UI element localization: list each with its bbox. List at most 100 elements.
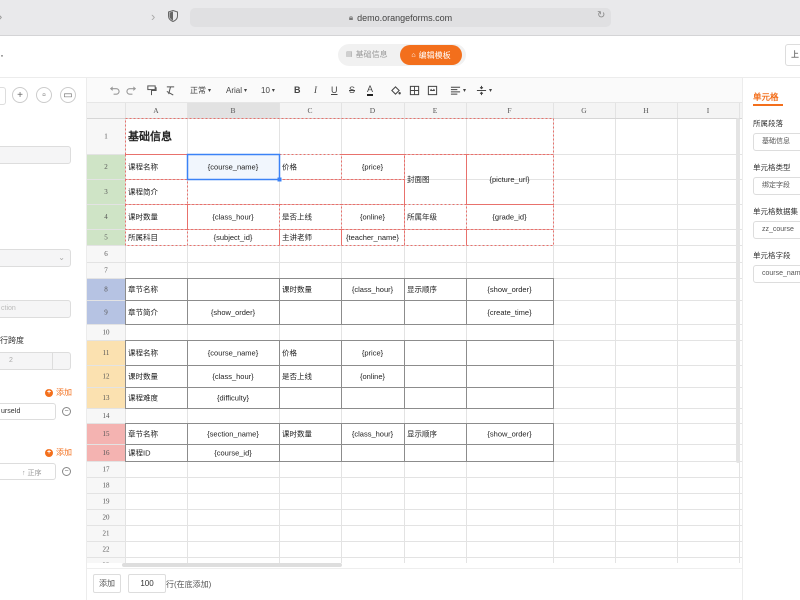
tab-basic-info[interactable]: ▤ 基础信息 <box>346 44 388 66</box>
shield-icon[interactable] <box>168 10 178 22</box>
cell-f2[interactable]: {picture_url} <box>489 175 530 184</box>
valign-icon[interactable]: ▾ <box>476 83 492 97</box>
row-number[interactable]: 9 <box>104 309 108 317</box>
cell-b15[interactable]: {section_name} <box>207 430 259 439</box>
undo-icon[interactable] <box>109 83 120 97</box>
cell-b5[interactable]: {subject_id} <box>214 233 253 242</box>
cell-c2[interactable]: 价格 <box>282 162 297 172</box>
column-header-a[interactable]: A <box>153 106 159 115</box>
format-painter-icon[interactable] <box>146 83 157 97</box>
row-number[interactable]: 16 <box>103 449 111 457</box>
cell-d5[interactable]: {teacher_name} <box>346 233 399 242</box>
font-size-select[interactable]: 10 ▾ <box>261 83 275 97</box>
column-header-e[interactable]: E <box>433 106 438 115</box>
row-number[interactable]: 19 <box>103 498 111 506</box>
address-bar[interactable]: 🔒︎ demo.orangeforms.com <box>190 8 611 27</box>
reload-icon[interactable]: ↻ <box>597 10 605 21</box>
row-number[interactable]: 23 <box>103 562 111 564</box>
vertical-scrollbar[interactable] <box>736 118 740 463</box>
cell-b12[interactable]: {class_hour} <box>212 372 254 381</box>
cell-b16[interactable]: {course_id} <box>214 449 252 458</box>
row-span-stepper[interactable]: 2 <box>0 352 71 370</box>
field-input[interactable]: urseId <box>0 403 56 420</box>
column-header-c[interactable]: C <box>307 106 312 115</box>
row-number[interactable]: 8 <box>104 286 108 294</box>
column-header-f[interactable]: F <box>507 106 511 115</box>
cell-c11[interactable]: 价格 <box>282 348 297 358</box>
cell-a2[interactable]: 课程名称 <box>128 162 158 172</box>
italic-button[interactable]: I <box>314 83 317 97</box>
horizontal-scrollbar[interactable] <box>122 563 342 567</box>
top-right-button[interactable]: 上 <box>785 44 800 66</box>
add-circle-icon[interactable]: + <box>12 87 28 103</box>
cell-d2[interactable]: {price} <box>362 163 384 172</box>
cell-a4[interactable]: 课时数量 <box>128 212 158 222</box>
left-field-1[interactable] <box>0 146 71 164</box>
cell-a11[interactable]: 课程名称 <box>128 348 158 358</box>
redo-icon[interactable] <box>126 83 137 97</box>
cell-d15[interactable]: {class_hour} <box>352 430 394 439</box>
row-number[interactable]: 11 <box>103 349 110 357</box>
border-icon[interactable] <box>409 83 420 97</box>
cell-c8[interactable]: 课时数量 <box>282 284 312 294</box>
cell-b9[interactable]: {show_order} <box>211 308 256 317</box>
row-number[interactable]: 14 <box>103 412 111 420</box>
row-number[interactable]: 15 <box>103 430 111 438</box>
underline-button[interactable]: U <box>331 83 338 97</box>
column-header-d[interactable]: D <box>370 106 376 115</box>
section-field[interactable]: 基础信息 <box>753 133 800 151</box>
spreadsheet-grid[interactable]: A B C D E F G H I 1 2 3 4 5 6 7 8 9 10 11 12 13 14 15 16 17 18 19 20… <box>87 103 742 563</box>
column-header-g[interactable]: G <box>581 106 587 115</box>
row-number[interactable]: 12 <box>103 373 111 381</box>
sort-select[interactable]: ↑ 正序 <box>0 463 56 480</box>
cell-a5[interactable]: 所属科目 <box>128 232 158 242</box>
row-number[interactable]: 2 <box>104 163 108 171</box>
cell-a16[interactable]: 课程ID <box>128 449 151 458</box>
left-input-stub[interactable] <box>0 87 6 105</box>
cell-b11[interactable]: {course_name} <box>208 349 259 358</box>
row-number[interactable]: 1 <box>104 133 108 141</box>
cell-type-select[interactable]: 绑定字段 <box>753 177 800 195</box>
cell-e8[interactable]: 显示顺序 <box>407 284 437 294</box>
file-icon[interactable]: ▫ <box>36 87 52 103</box>
cell-b13[interactable]: {difficulty} <box>217 394 249 403</box>
cell-b4[interactable]: {class_hour} <box>212 213 254 222</box>
cell-a9[interactable]: 章节简介 <box>128 307 158 317</box>
align-icon[interactable]: ▾ <box>450 83 466 97</box>
cell-f4[interactable]: {grade_id} <box>492 213 527 222</box>
row-number[interactable]: 10 <box>103 329 111 337</box>
cell-f8[interactable]: {show_order} <box>487 285 532 294</box>
cell-d8[interactable]: {class_hour} <box>352 285 394 294</box>
font-color-button[interactable]: A <box>367 83 374 96</box>
cell-a3[interactable]: 课程简介 <box>128 187 158 197</box>
cell-e2[interactable]: 封面图 <box>407 174 430 184</box>
dataset-select[interactable]: zz_course <box>753 221 800 239</box>
row-number[interactable]: 20 <box>103 514 111 522</box>
cell-c5[interactable]: 主讲老师 <box>282 232 312 242</box>
column-header-h[interactable]: H <box>643 106 649 115</box>
cell-a13[interactable]: 课程难度 <box>128 393 158 403</box>
cell-d4[interactable]: {online} <box>360 213 386 222</box>
add-sort-button[interactable]: + 添加 <box>45 447 72 458</box>
cell-c12[interactable]: 是否上线 <box>282 371 312 381</box>
add-rows-button[interactable]: 添加 <box>93 574 121 593</box>
strikethrough-button[interactable]: S <box>349 83 355 97</box>
row-number[interactable]: 5 <box>104 234 108 242</box>
cell-e15[interactable]: 显示顺序 <box>407 429 437 439</box>
row-number[interactable]: 18 <box>103 482 111 490</box>
add-field-button[interactable]: + 添加 <box>45 387 72 398</box>
cell-f9[interactable]: {create_time} <box>487 308 532 317</box>
panel-title[interactable]: 单元格 <box>753 91 779 103</box>
row-number[interactable]: 6 <box>104 250 108 258</box>
font-select[interactable]: Arial ▾ <box>226 83 247 97</box>
delete-icon[interactable]: ▭ <box>60 87 76 103</box>
back-nav-icon[interactable]: › <box>0 9 10 25</box>
cell-a15[interactable]: 章节名称 <box>128 429 158 439</box>
cell-d11[interactable]: {price} <box>362 349 384 358</box>
bold-button[interactable]: B <box>294 83 301 97</box>
cell-e4[interactable]: 所属年级 <box>407 212 437 222</box>
cell-a1[interactable]: 基础信息 <box>127 129 172 143</box>
remove-icon[interactable]: − <box>62 407 71 416</box>
cell-f15[interactable]: {show_order} <box>487 430 532 439</box>
left-select-2[interactable]: ction <box>0 300 71 318</box>
